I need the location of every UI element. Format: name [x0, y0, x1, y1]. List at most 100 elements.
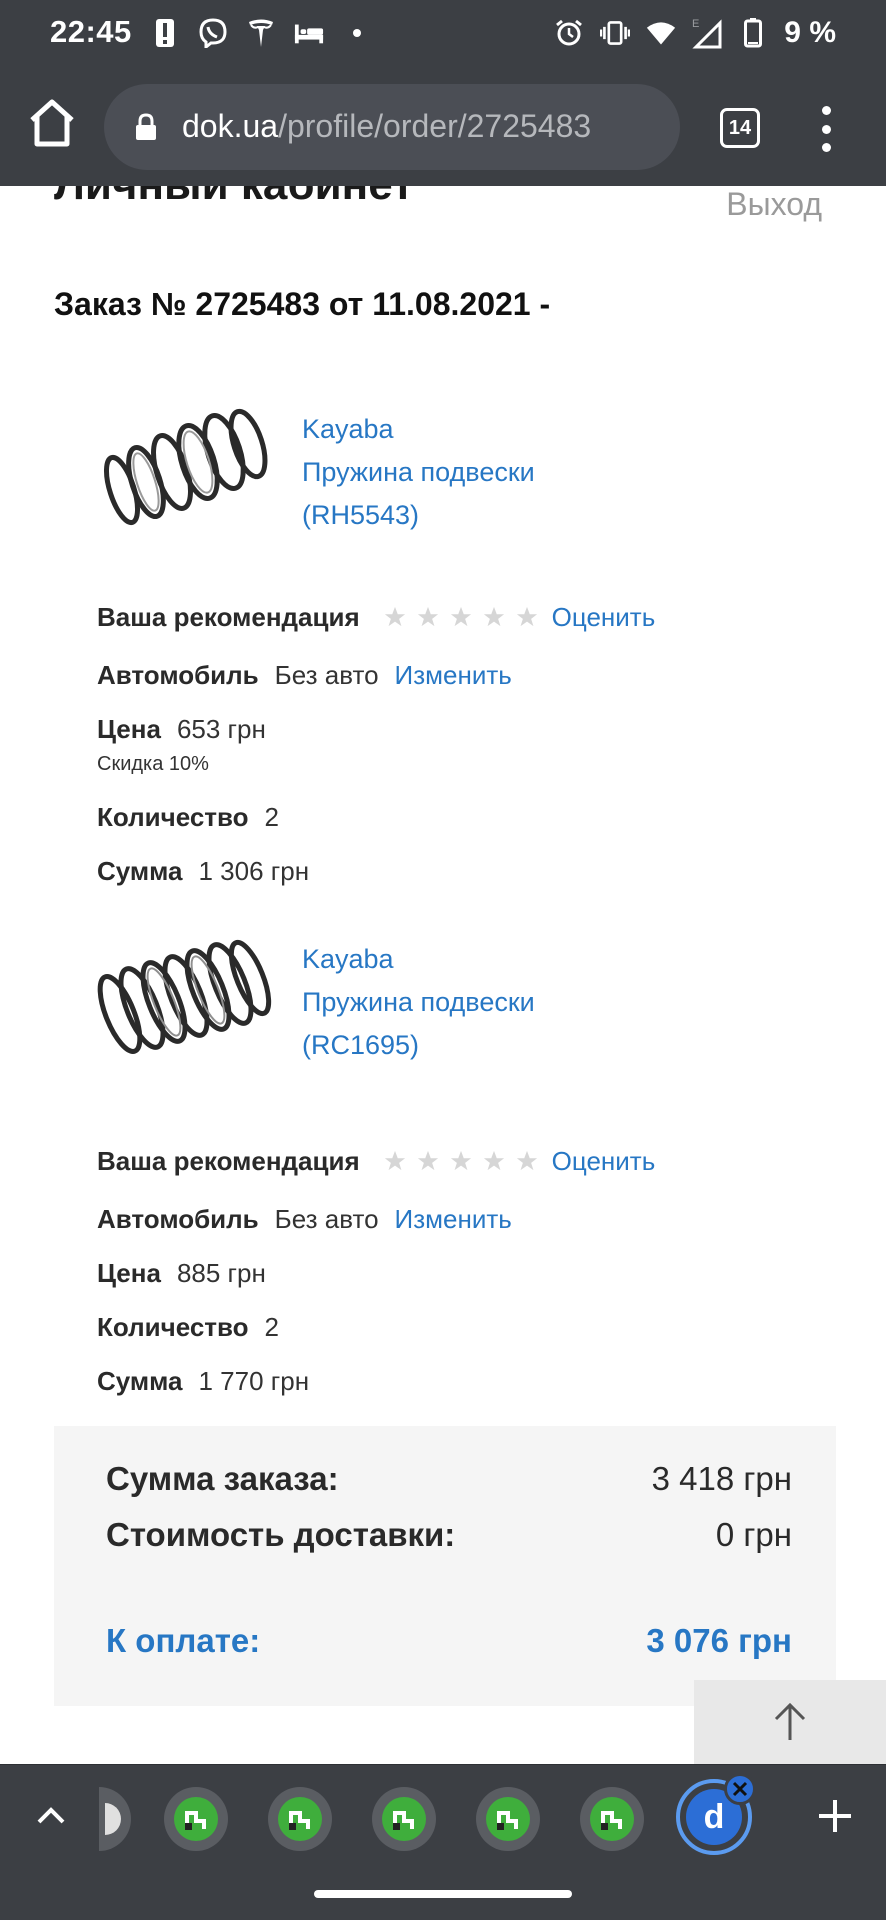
sum-row: Сумма 1 770 грн [97, 1366, 309, 1397]
address-bar[interactable]: dok.ua/profile/order/2725483 [104, 84, 680, 170]
spring-image[interactable] [94, 930, 272, 1070]
star-icon[interactable] [483, 1150, 505, 1172]
order-sum-row: Сумма заказа: 3 418 грн [106, 1460, 792, 1498]
lock-icon[interactable] [134, 113, 158, 141]
spring-image[interactable] [94, 400, 272, 540]
overflow-menu-icon[interactable] [812, 106, 840, 152]
product-code-link[interactable]: (RC1695) [302, 1024, 535, 1067]
rate-link[interactable]: Оценить [552, 602, 656, 633]
quantity-row: Количество 2 [97, 1312, 279, 1343]
change-car-link[interactable]: Изменить [395, 1204, 512, 1235]
recommendation-label: Ваша рекомендация [97, 1146, 360, 1176]
status-bar: 22:45 E 9 % [0, 0, 886, 68]
tab-favicon-green[interactable] [476, 1787, 540, 1851]
sum-value: 1 770 грн [198, 1366, 310, 1396]
page-content: Личный кабинет Выход Заказ № 2725483 от … [0, 186, 886, 1764]
url-text[interactable]: dok.ua/profile/order/2725483 [182, 108, 591, 145]
car-row: Автомобиль Без авто Изменить [97, 660, 512, 691]
url-path: /profile/order/2725483 [278, 108, 592, 144]
product-links: Kayaba Пружина подвески (RC1695) [302, 938, 535, 1067]
price-label: Цена [97, 1258, 161, 1288]
rate-link[interactable]: Оценить [552, 1146, 656, 1177]
tab-favicon-partial[interactable] [84, 1787, 148, 1851]
wifi-icon [646, 16, 676, 50]
tab-strip: d [0, 1764, 886, 1872]
sum-value: 1 306 грн [198, 856, 310, 886]
system-nav-bar [0, 1872, 886, 1920]
discount-text: Скидка 10% [97, 753, 209, 775]
recommendation-row: Ваша рекомендация Оценить [97, 602, 655, 633]
sum-label: Сумма [97, 856, 183, 886]
tab-favicon-green[interactable] [580, 1787, 644, 1851]
svg-text:E: E [692, 18, 699, 30]
gesture-handle[interactable] [314, 1890, 572, 1898]
product-brand-link[interactable]: Kayaba [302, 408, 535, 451]
star-icon[interactable] [417, 606, 439, 628]
product-brand-link[interactable]: Kayaba [302, 938, 535, 981]
car-label: Автомобиль [97, 1204, 259, 1234]
quantity-value: 2 [264, 1312, 279, 1342]
car-label: Автомобиль [97, 660, 259, 690]
chevron-up-icon[interactable] [34, 1799, 68, 1833]
rating-stars[interactable] [384, 1150, 538, 1172]
home-icon[interactable] [28, 98, 76, 150]
notification-icons [150, 16, 372, 50]
signal-icon: E [692, 16, 722, 50]
sum-label: Сумма [97, 1366, 183, 1396]
recommendation-row: Ваша рекомендация Оценить [97, 1146, 655, 1177]
new-tab-icon[interactable] [816, 1797, 854, 1835]
tab-favicon-green[interactable] [164, 1787, 228, 1851]
product-code-link[interactable]: (RH5543) [302, 494, 535, 537]
order-summary: Сумма заказа: 3 418 грн Стоимость достав… [54, 1426, 836, 1706]
price-row: Цена 885 грн [97, 1258, 266, 1289]
scroll-to-top-button[interactable] [694, 1680, 886, 1764]
star-icon[interactable] [417, 1150, 439, 1172]
star-icon[interactable] [384, 606, 406, 628]
battery-icon [738, 16, 768, 50]
viber-icon [198, 16, 228, 50]
quantity-value: 2 [264, 802, 279, 832]
product-name-link[interactable]: Пружина подвески [302, 451, 535, 494]
url-host: dok.ua [182, 108, 279, 144]
star-icon[interactable] [450, 606, 472, 628]
product-name-link[interactable]: Пружина подвески [302, 981, 535, 1024]
product-links: Kayaba Пружина подвески (RH5543) [302, 408, 535, 537]
tesla-icon [246, 16, 276, 50]
price-value: 653 грн [176, 714, 266, 744]
to-pay-row: К оплате: 3 076 грн [106, 1622, 792, 1660]
status-time: 22:45 [50, 14, 132, 49]
close-icon[interactable] [724, 1773, 756, 1805]
price-label: Цена [97, 714, 161, 744]
page-title: Личный кабинет [54, 186, 414, 210]
quantity-label: Количество [97, 1312, 249, 1342]
recommendation-label: Ваша рекомендация [97, 602, 360, 632]
star-icon[interactable] [483, 606, 505, 628]
car-value: Без авто [274, 1204, 379, 1234]
star-icon[interactable] [516, 1150, 538, 1172]
star-icon[interactable] [450, 1150, 472, 1172]
order-title: Заказ № 2725483 от 11.08.2021 - [54, 286, 551, 322]
logout-link[interactable]: Выход [726, 186, 822, 223]
browser-toolbar: dok.ua/profile/order/2725483 14 [0, 68, 886, 186]
sum-row: Сумма 1 306 грн [97, 856, 309, 887]
price-value: 885 грн [176, 1258, 266, 1288]
system-icons: E 9 % [554, 16, 836, 50]
rating-stars[interactable] [384, 606, 538, 628]
dot-icon [342, 16, 372, 50]
to-pay-value: 3 076 грн [646, 1622, 792, 1659]
battery-percent: 9 % [784, 16, 836, 49]
star-icon[interactable] [516, 606, 538, 628]
price-row: Цена 653 грн [97, 714, 266, 745]
arrow-up-icon [774, 1702, 806, 1740]
order-sum-label: Сумма заказа: [106, 1460, 339, 1497]
tab-favicon-green[interactable] [268, 1787, 332, 1851]
tab-favicon-green[interactable] [372, 1787, 436, 1851]
car-value: Без авто [274, 660, 379, 690]
change-car-link[interactable]: Изменить [395, 660, 512, 691]
tab-switcher-button[interactable]: 14 [720, 108, 760, 148]
delivery-label: Стоимость доставки: [106, 1516, 456, 1553]
star-icon[interactable] [384, 1150, 406, 1172]
delivery-row: Стоимость доставки: 0 грн [106, 1516, 792, 1554]
vibrate-icon [600, 16, 631, 50]
alert-icon [150, 16, 180, 50]
